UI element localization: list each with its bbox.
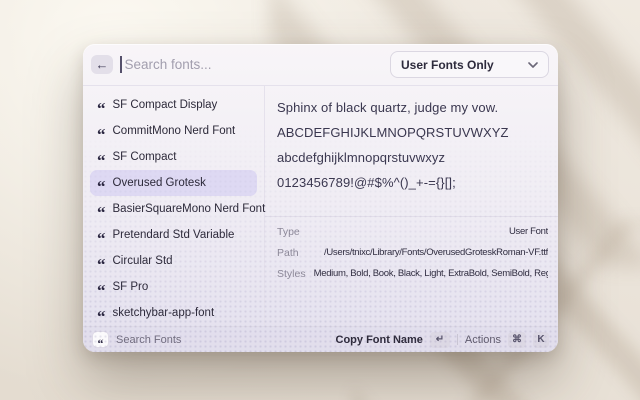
font-name: SF Compact Display xyxy=(113,99,218,111)
font-list-item[interactable]: “ Pretendard Std Variable xyxy=(90,222,257,248)
action-bar: “ Search Fonts Copy Font Name ↵ Actions … xyxy=(83,326,558,352)
return-key-icon[interactable]: ↵ xyxy=(430,332,450,348)
preview-uppercase: ABCDEFGHIJKLMNOPQRSTUVWXYZ xyxy=(277,126,546,139)
font-name: Pretendard Std Variable xyxy=(113,229,235,241)
metadata-label: Path xyxy=(277,247,299,259)
copy-font-name-button[interactable]: Copy Font Name xyxy=(336,334,423,346)
chevron-down-icon xyxy=(528,62,538,68)
font-name: SF Pro xyxy=(113,281,149,293)
extension-icon: “ xyxy=(92,331,109,348)
font-list-item[interactable]: “ CommitMono Nerd Font xyxy=(90,118,257,144)
font-list-item[interactable]: “ BasierSquareMono Nerd Font xyxy=(90,196,257,222)
actions-button[interactable]: Actions xyxy=(465,334,501,346)
font-metadata: Type User Font Path /Users/tnixc/Library… xyxy=(265,216,558,284)
font-name: sketchybar-app-font xyxy=(113,307,215,319)
metadata-label: Styles xyxy=(277,268,306,280)
font-list: “ SF Compact Display “ CommitMono Nerd F… xyxy=(83,86,265,326)
text-caret xyxy=(120,56,122,73)
font-name: Overused Grotesk xyxy=(113,177,206,189)
font-search-window: ← Search fonts... User Fonts Only “ SF C… xyxy=(83,44,558,352)
k-key-icon[interactable]: K xyxy=(533,332,549,348)
extension-name: Search Fonts xyxy=(116,334,181,346)
metadata-row: Styles Medium, Bold, Book, Black, Light,… xyxy=(277,263,548,284)
desktop-background: ← Search fonts... User Fonts Only “ SF C… xyxy=(0,0,640,400)
metadata-value: User Font xyxy=(308,226,548,237)
search-header: ← Search fonts... User Fonts Only xyxy=(83,44,558,86)
preview-numerals: 0123456789!@#$%^()_+-={}[]; xyxy=(277,176,546,189)
back-button[interactable]: ← xyxy=(91,55,113,74)
preview-lowercase: abcdefghijklmnopqrstuvwxyz xyxy=(277,151,546,164)
metadata-value: Medium, Bold, Book, Black, Light, ExtraB… xyxy=(314,268,548,279)
search-input[interactable]: Search fonts... xyxy=(125,57,212,72)
font-name: SF Compact xyxy=(113,151,177,163)
command-key-icon[interactable]: ⌘ xyxy=(508,332,526,348)
font-name: Circular Std xyxy=(113,255,173,267)
font-list-item[interactable]: “ sketchybar-app-font xyxy=(90,300,257,326)
back-arrow-icon: ← xyxy=(96,58,109,71)
window-body: “ SF Compact Display “ CommitMono Nerd F… xyxy=(83,86,558,326)
metadata-value: /Users/tnixc/Library/Fonts/OverusedGrote… xyxy=(307,247,548,258)
metadata-row: Path /Users/tnixc/Library/Fonts/Overused… xyxy=(277,242,548,263)
font-name: CommitMono Nerd Font xyxy=(113,125,236,137)
preview-pangram: Sphinx of black quartz, judge my vow. xyxy=(277,101,546,114)
font-list-item-selected[interactable]: “ Overused Grotesk xyxy=(90,170,257,196)
font-list-item[interactable]: “ SF Pro xyxy=(90,274,257,300)
font-preview: Sphinx of black quartz, judge my vow. AB… xyxy=(265,86,558,216)
font-list-item[interactable]: “ Circular Std xyxy=(90,248,257,274)
metadata-row: Type User Font xyxy=(277,221,548,242)
font-filter-dropdown[interactable]: User Fonts Only xyxy=(390,51,549,78)
font-filter-value: User Fonts Only xyxy=(401,58,494,72)
font-list-item[interactable]: “ SF Compact xyxy=(90,144,257,170)
font-detail-panel: Sphinx of black quartz, judge my vow. AB… xyxy=(265,86,558,326)
footer-divider xyxy=(457,334,458,345)
metadata-label: Type xyxy=(277,226,300,238)
font-list-item[interactable]: “ SF Compact Display xyxy=(90,92,257,118)
font-name: BasierSquareMono Nerd Font xyxy=(113,203,266,215)
